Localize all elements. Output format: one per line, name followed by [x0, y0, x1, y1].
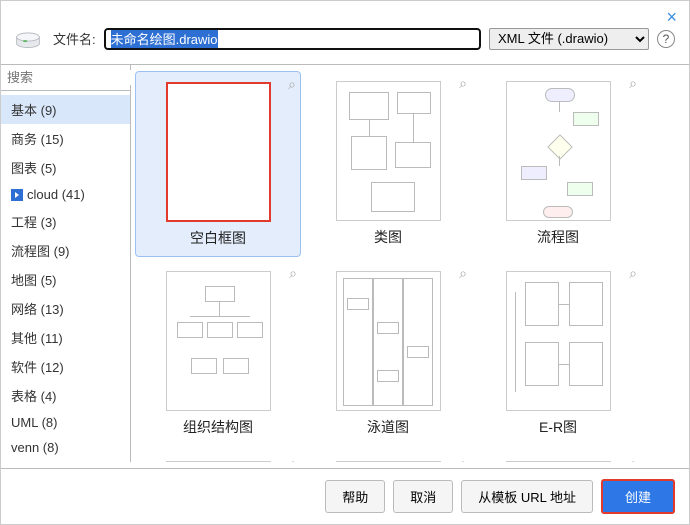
sidebar-category[interactable]: 地图 (5)	[1, 265, 130, 294]
sidebar-category-label: 网络 (13)	[11, 299, 64, 318]
zoom-icon[interactable]: ⌕	[459, 265, 467, 282]
sidebar-category-label: 基本 (9)	[11, 100, 57, 119]
template-thumbnail	[336, 461, 441, 462]
sidebar-category-label: cloud (41)	[27, 187, 85, 202]
sidebar-category-label: UML (8)	[11, 415, 57, 430]
sidebar-category[interactable]: UML (8)	[1, 410, 130, 435]
sidebar-category-label: 流程图 (9)	[11, 241, 70, 260]
zoom-icon[interactable]: ⌕	[459, 455, 467, 462]
template-thumbnail	[166, 82, 271, 222]
help-button[interactable]: 帮助	[325, 480, 385, 513]
from-url-button[interactable]: 从模板 URL 地址	[461, 480, 593, 513]
template-cell[interactable]: ⌕ 类图	[305, 71, 471, 257]
template-cell[interactable]: ⌕ E-R图	[475, 261, 641, 447]
zoom-icon[interactable]: ⌕	[289, 455, 297, 462]
sidebar-category-label: venn (8)	[11, 440, 59, 455]
sidebar-category[interactable]: 其他 (11)	[1, 323, 130, 352]
zoom-icon[interactable]: ⌕	[459, 75, 467, 92]
template-label: E-R图	[477, 415, 639, 437]
sidebar-category[interactable]: venn (8)	[1, 435, 130, 460]
zoom-icon[interactable]: ⌕	[288, 76, 296, 93]
template-pane: ⌕ 空白框图 ⌕ 类图 ⌕ 流程图 ⌕ 组织结构图 ⌕ 泳道图 ⌕ E-R图 ⌕Sequence ⌕Sim…	[131, 65, 689, 462]
template-label: 泳道图	[307, 415, 469, 437]
play-icon	[11, 189, 23, 201]
template-thumbnail	[166, 271, 271, 411]
template-label: 组织结构图	[137, 415, 299, 437]
sidebar-category-label: 软件 (12)	[11, 357, 64, 376]
template-cell[interactable]: ⌕ 流程图	[475, 71, 641, 257]
sidebar-category[interactable]: cloud (41)	[1, 182, 130, 207]
sidebar-category[interactable]: 网络 (13)	[1, 294, 130, 323]
sidebar-category-label: 商务 (15)	[11, 129, 64, 148]
sidebar-category-label: 表格 (4)	[11, 386, 57, 405]
sidebar-category-label: 工程 (3)	[11, 212, 57, 231]
zoom-icon[interactable]: ⌕	[629, 265, 637, 282]
zoom-icon[interactable]: ⌕	[289, 265, 297, 282]
sidebar-category-label: 图表 (5)	[11, 158, 57, 177]
template-thumbnail	[506, 81, 611, 221]
template-thumbnail	[336, 81, 441, 221]
sidebar-category[interactable]: 商务 (15)	[1, 124, 130, 153]
dialog-header: 文件名: XML 文件 (.drawio) ?	[1, 1, 689, 64]
template-cell[interactable]: ⌕ 组织结构图	[135, 261, 301, 447]
cancel-button[interactable]: 取消	[393, 480, 453, 513]
template-thumbnail	[506, 271, 611, 411]
sidebar-category[interactable]: 图表 (5)	[1, 153, 130, 182]
sidebar-category[interactable]: 线框图 (5)	[1, 460, 130, 462]
sidebar-category-label: 其他 (11)	[11, 328, 63, 347]
template-label: 空白框图	[138, 226, 298, 248]
close-icon[interactable]: ×	[666, 7, 677, 28]
template-cell[interactable]: ⌕Cross-	[475, 451, 641, 462]
template-thumbnail	[336, 271, 441, 411]
template-cell[interactable]: ⌕ 泳道图	[305, 261, 471, 447]
search-row: ⌕	[1, 65, 130, 91]
help-icon[interactable]: ?	[657, 30, 675, 48]
sidebar-category[interactable]: 表格 (4)	[1, 381, 130, 410]
create-button[interactable]: 创建	[601, 479, 675, 514]
sidebar-category-label: 地图 (5)	[11, 270, 57, 289]
dialog-footer: 帮助 取消 从模板 URL 地址 创建	[1, 468, 689, 524]
filename-input[interactable]	[104, 28, 481, 50]
sidebar-category[interactable]: 基本 (9)	[1, 95, 130, 124]
template-cell[interactable]: ⌕Sequence	[135, 451, 301, 462]
template-label: 流程图	[477, 225, 639, 247]
template-cell[interactable]: ⌕Simple	[305, 451, 471, 462]
zoom-icon[interactable]: ⌕	[629, 75, 637, 92]
filetype-select[interactable]: XML 文件 (.drawio)	[489, 28, 649, 50]
template-cell[interactable]: ⌕ 空白框图	[135, 71, 301, 257]
dialog-body: ⌕ 基本 (9) 商务 (15) 图表 (5) cloud (41) 工程 (3) 流程图…	[1, 64, 689, 462]
category-sidebar: ⌕ 基本 (9) 商务 (15) 图表 (5) cloud (41) 工程 (3) 流程图…	[1, 65, 131, 462]
zoom-icon[interactable]: ⌕	[629, 455, 637, 462]
disk-icon	[15, 25, 41, 52]
template-thumbnail	[506, 461, 611, 462]
category-list: 基本 (9) 商务 (15) 图表 (5) cloud (41) 工程 (3) 流程图 (…	[1, 91, 130, 462]
sidebar-category[interactable]: 软件 (12)	[1, 352, 130, 381]
template-thumbnail	[166, 461, 271, 462]
filename-label: 文件名:	[53, 29, 96, 48]
sidebar-category[interactable]: 流程图 (9)	[1, 236, 130, 265]
sidebar-category[interactable]: 工程 (3)	[1, 207, 130, 236]
new-diagram-dialog: × 文件名: XML 文件 (.drawio) ? ⌕ 基本 (9) 商务 (15…	[0, 0, 690, 525]
template-label: 类图	[307, 225, 469, 247]
